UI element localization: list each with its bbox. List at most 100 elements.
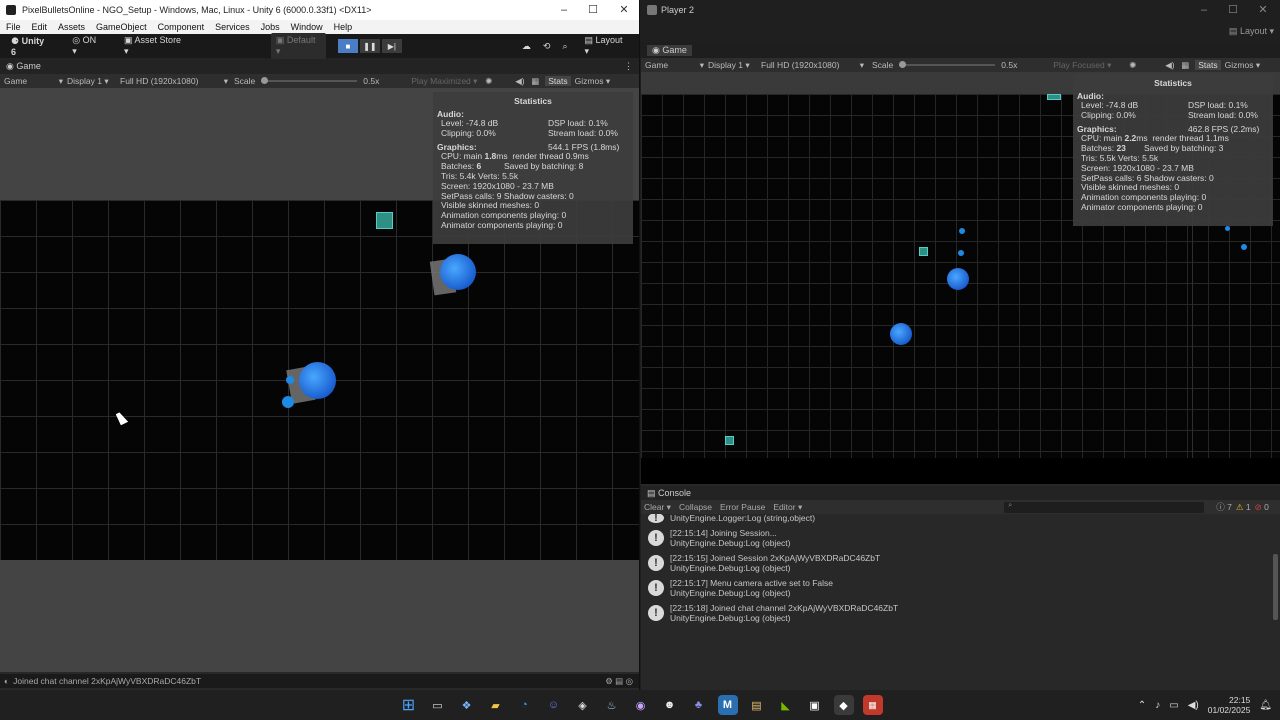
gizmos-dropdown[interactable]: Gizmos ▾: [1225, 60, 1260, 71]
unity-editor-icon[interactable]: ◆: [833, 695, 854, 715]
rider-icon[interactable]: ▦: [862, 695, 883, 715]
log-entry[interactable]: ! [22:15:17] Menu camera active set to F…: [641, 575, 1280, 600]
mute-icon[interactable]: ◀): [515, 76, 531, 87]
teams-icon[interactable]: ♣: [689, 695, 709, 715]
status-tools-icon[interactable]: ⚙ ▤ ◎: [605, 676, 633, 687]
mode-dropdown[interactable]: Game ▾: [645, 60, 708, 71]
warning-count-badge[interactable]: ⚠ 1: [1236, 502, 1251, 513]
log-entry[interactable]: ! [22:15:18] Joined chat channel 2xKpAjW…: [641, 600, 1280, 624]
history-icon[interactable]: ⟲: [543, 41, 551, 52]
asset-store-button[interactable]: ▣ Asset Store ▾: [119, 33, 191, 59]
status-message[interactable]: Joined chat channel 2xKpAjWyVBXDRaDC46Zb…: [13, 676, 201, 686]
display-dropdown[interactable]: Display 1 ▾: [708, 60, 761, 71]
info-icon: !: [648, 514, 664, 524]
scale-slider-handle[interactable]: [899, 61, 907, 68]
stop-button[interactable]: ■: [337, 39, 358, 53]
scale-slider[interactable]: [899, 61, 996, 68]
game-viewport[interactable]: Statistics Audio: Level: -74.8 dB DSP loa…: [0, 88, 639, 672]
window-titlebar[interactable]: PixelBulletsOnline - NGO_Setup - Windows…: [0, 0, 639, 20]
maximize-icon[interactable]: ☐: [578, 0, 608, 20]
unity-hub-icon[interactable]: ◈: [573, 695, 593, 715]
mode-dropdown[interactable]: Game ▾: [4, 76, 67, 87]
audio-settings-icon[interactable]: ✺: [485, 76, 501, 87]
resolution-dropdown[interactable]: Full HD (1920x1080) ▾: [120, 76, 228, 87]
menu-window[interactable]: Window: [291, 22, 323, 32]
search-icon[interactable]: ⌕: [562, 41, 567, 52]
audio-settings-icon[interactable]: ✺: [1129, 60, 1145, 71]
tab-console[interactable]: ▤ Console: [647, 488, 691, 499]
app-icon-m[interactable]: M: [717, 695, 738, 715]
layout-dropdown[interactable]: ▤ Layout ▾: [1229, 26, 1274, 37]
bot-icon[interactable]: ☻: [660, 695, 680, 715]
grid-icon[interactable]: ▦: [1181, 60, 1195, 71]
account-button[interactable]: ⚈ Unity 6: [6, 34, 55, 59]
error-count-badge[interactable]: ⊘ 0: [1255, 502, 1269, 513]
gizmos-dropdown[interactable]: Gizmos ▾: [575, 76, 610, 87]
notification-bell-icon[interactable]: 🔔︎: [1259, 700, 1272, 711]
volume-icon[interactable]: ◀): [1188, 700, 1199, 711]
file-manager-icon[interactable]: ▭: [428, 695, 448, 715]
console-search-input[interactable]: ⌕: [1004, 501, 1205, 513]
minimize-icon[interactable]: –: [549, 0, 579, 20]
close-icon[interactable]: ✕: [1248, 0, 1278, 20]
editor-dropdown[interactable]: Editor ▾: [773, 502, 802, 513]
github-icon[interactable]: ◉: [631, 695, 651, 715]
nvidia-icon[interactable]: ◣: [776, 695, 796, 715]
step-button[interactable]: ▶|: [381, 39, 402, 53]
tray-chevron-icon[interactable]: ⌃: [1138, 700, 1146, 711]
steam-icon[interactable]: ♨: [602, 695, 622, 715]
menu-edit[interactable]: Edit: [32, 22, 48, 32]
clipchamp-icon[interactable]: ▣: [805, 695, 825, 715]
minimize-icon[interactable]: –: [1189, 0, 1219, 20]
stats-button[interactable]: Stats: [1195, 60, 1221, 70]
menu-file[interactable]: File: [6, 22, 21, 32]
log-entry[interactable]: ! [22:15:14] Joining Session... UnityEngi…: [641, 525, 1280, 550]
game-world[interactable]: [0, 200, 639, 560]
microphone-icon[interactable]: ♪: [1155, 700, 1160, 711]
log-entry[interactable]: ! [22:15:15] Joined Session 2xKpAjWyVBXD…: [641, 550, 1280, 575]
collapse-button[interactable]: Collapse: [679, 502, 712, 512]
discord-icon[interactable]: ☺: [544, 695, 564, 715]
stats-button[interactable]: Stats: [545, 76, 571, 86]
play-focused-dropdown[interactable]: Play Focused ▾: [1053, 60, 1129, 71]
close-icon[interactable]: ✕: [609, 0, 639, 20]
error-pause-button[interactable]: Error Pause: [720, 502, 765, 512]
pause-button[interactable]: ❚❚: [359, 39, 380, 53]
layout-dropdown[interactable]: ▤ Layout ▾: [579, 33, 633, 59]
display-dropdown[interactable]: Display 1 ▾: [67, 76, 120, 87]
console-log-list[interactable]: ! UnityEngine.Logger:Log (string,object)…: [641, 514, 1280, 624]
clock[interactable]: 22:15 01/02/2025: [1208, 695, 1251, 715]
menu-gameobject[interactable]: GameObject: [96, 22, 147, 32]
resolution-dropdown[interactable]: Full HD (1920x1080) ▾: [761, 60, 864, 71]
menu-services[interactable]: Services: [215, 22, 250, 32]
folder-icon[interactable]: ▰: [486, 695, 506, 715]
menu-jobs[interactable]: Jobs: [261, 22, 280, 32]
console-scrollbar[interactable]: [1273, 554, 1278, 620]
cloud-status-button[interactable]: ◎ ON ▾: [67, 33, 107, 59]
grid-icon[interactable]: ▦: [531, 76, 545, 87]
log-count-badge[interactable]: ⓘ 7: [1216, 501, 1232, 513]
tab-game[interactable]: ◉ Game: [6, 61, 41, 72]
maximize-icon[interactable]: ☐: [1218, 0, 1248, 20]
log-entry[interactable]: ! UnityEngine.Logger:Log (string,object): [641, 514, 1280, 525]
clear-button[interactable]: Clear ▾: [644, 502, 671, 513]
mute-icon[interactable]: ◀): [1165, 60, 1181, 71]
play-maximized-dropdown[interactable]: Play Maximized ▾: [411, 76, 485, 87]
start-icon[interactable]: ⊞: [399, 695, 419, 715]
game-viewport[interactable]: Statistics Audio: Level: -74.8 dB DSP loa…: [641, 72, 1280, 484]
menu-component[interactable]: Component: [158, 22, 205, 32]
network-icon[interactable]: ▭: [1169, 700, 1178, 711]
menu-assets[interactable]: Assets: [58, 22, 85, 32]
tab-menu-icon[interactable]: ⋮: [624, 61, 633, 72]
scale-slider[interactable]: [261, 77, 358, 84]
scale-slider-handle[interactable]: [261, 77, 269, 84]
tab-game[interactable]: ◉ Game: [647, 44, 692, 56]
copilot-icon[interactable]: ❖: [457, 695, 477, 715]
edge-icon[interactable]: ◔: [515, 695, 535, 715]
window-titlebar[interactable]: Player 2 – ☐ ✕: [641, 0, 1280, 20]
layout-default-dropdown[interactable]: ▣ Default ▾: [270, 33, 326, 59]
cloud-icon[interactable]: ☁: [522, 41, 531, 52]
unity-editor-window: PixelBulletsOnline - NGO_Setup - Windows…: [0, 0, 640, 690]
archive-icon[interactable]: ▤: [747, 695, 767, 715]
menu-help[interactable]: Help: [334, 22, 353, 32]
